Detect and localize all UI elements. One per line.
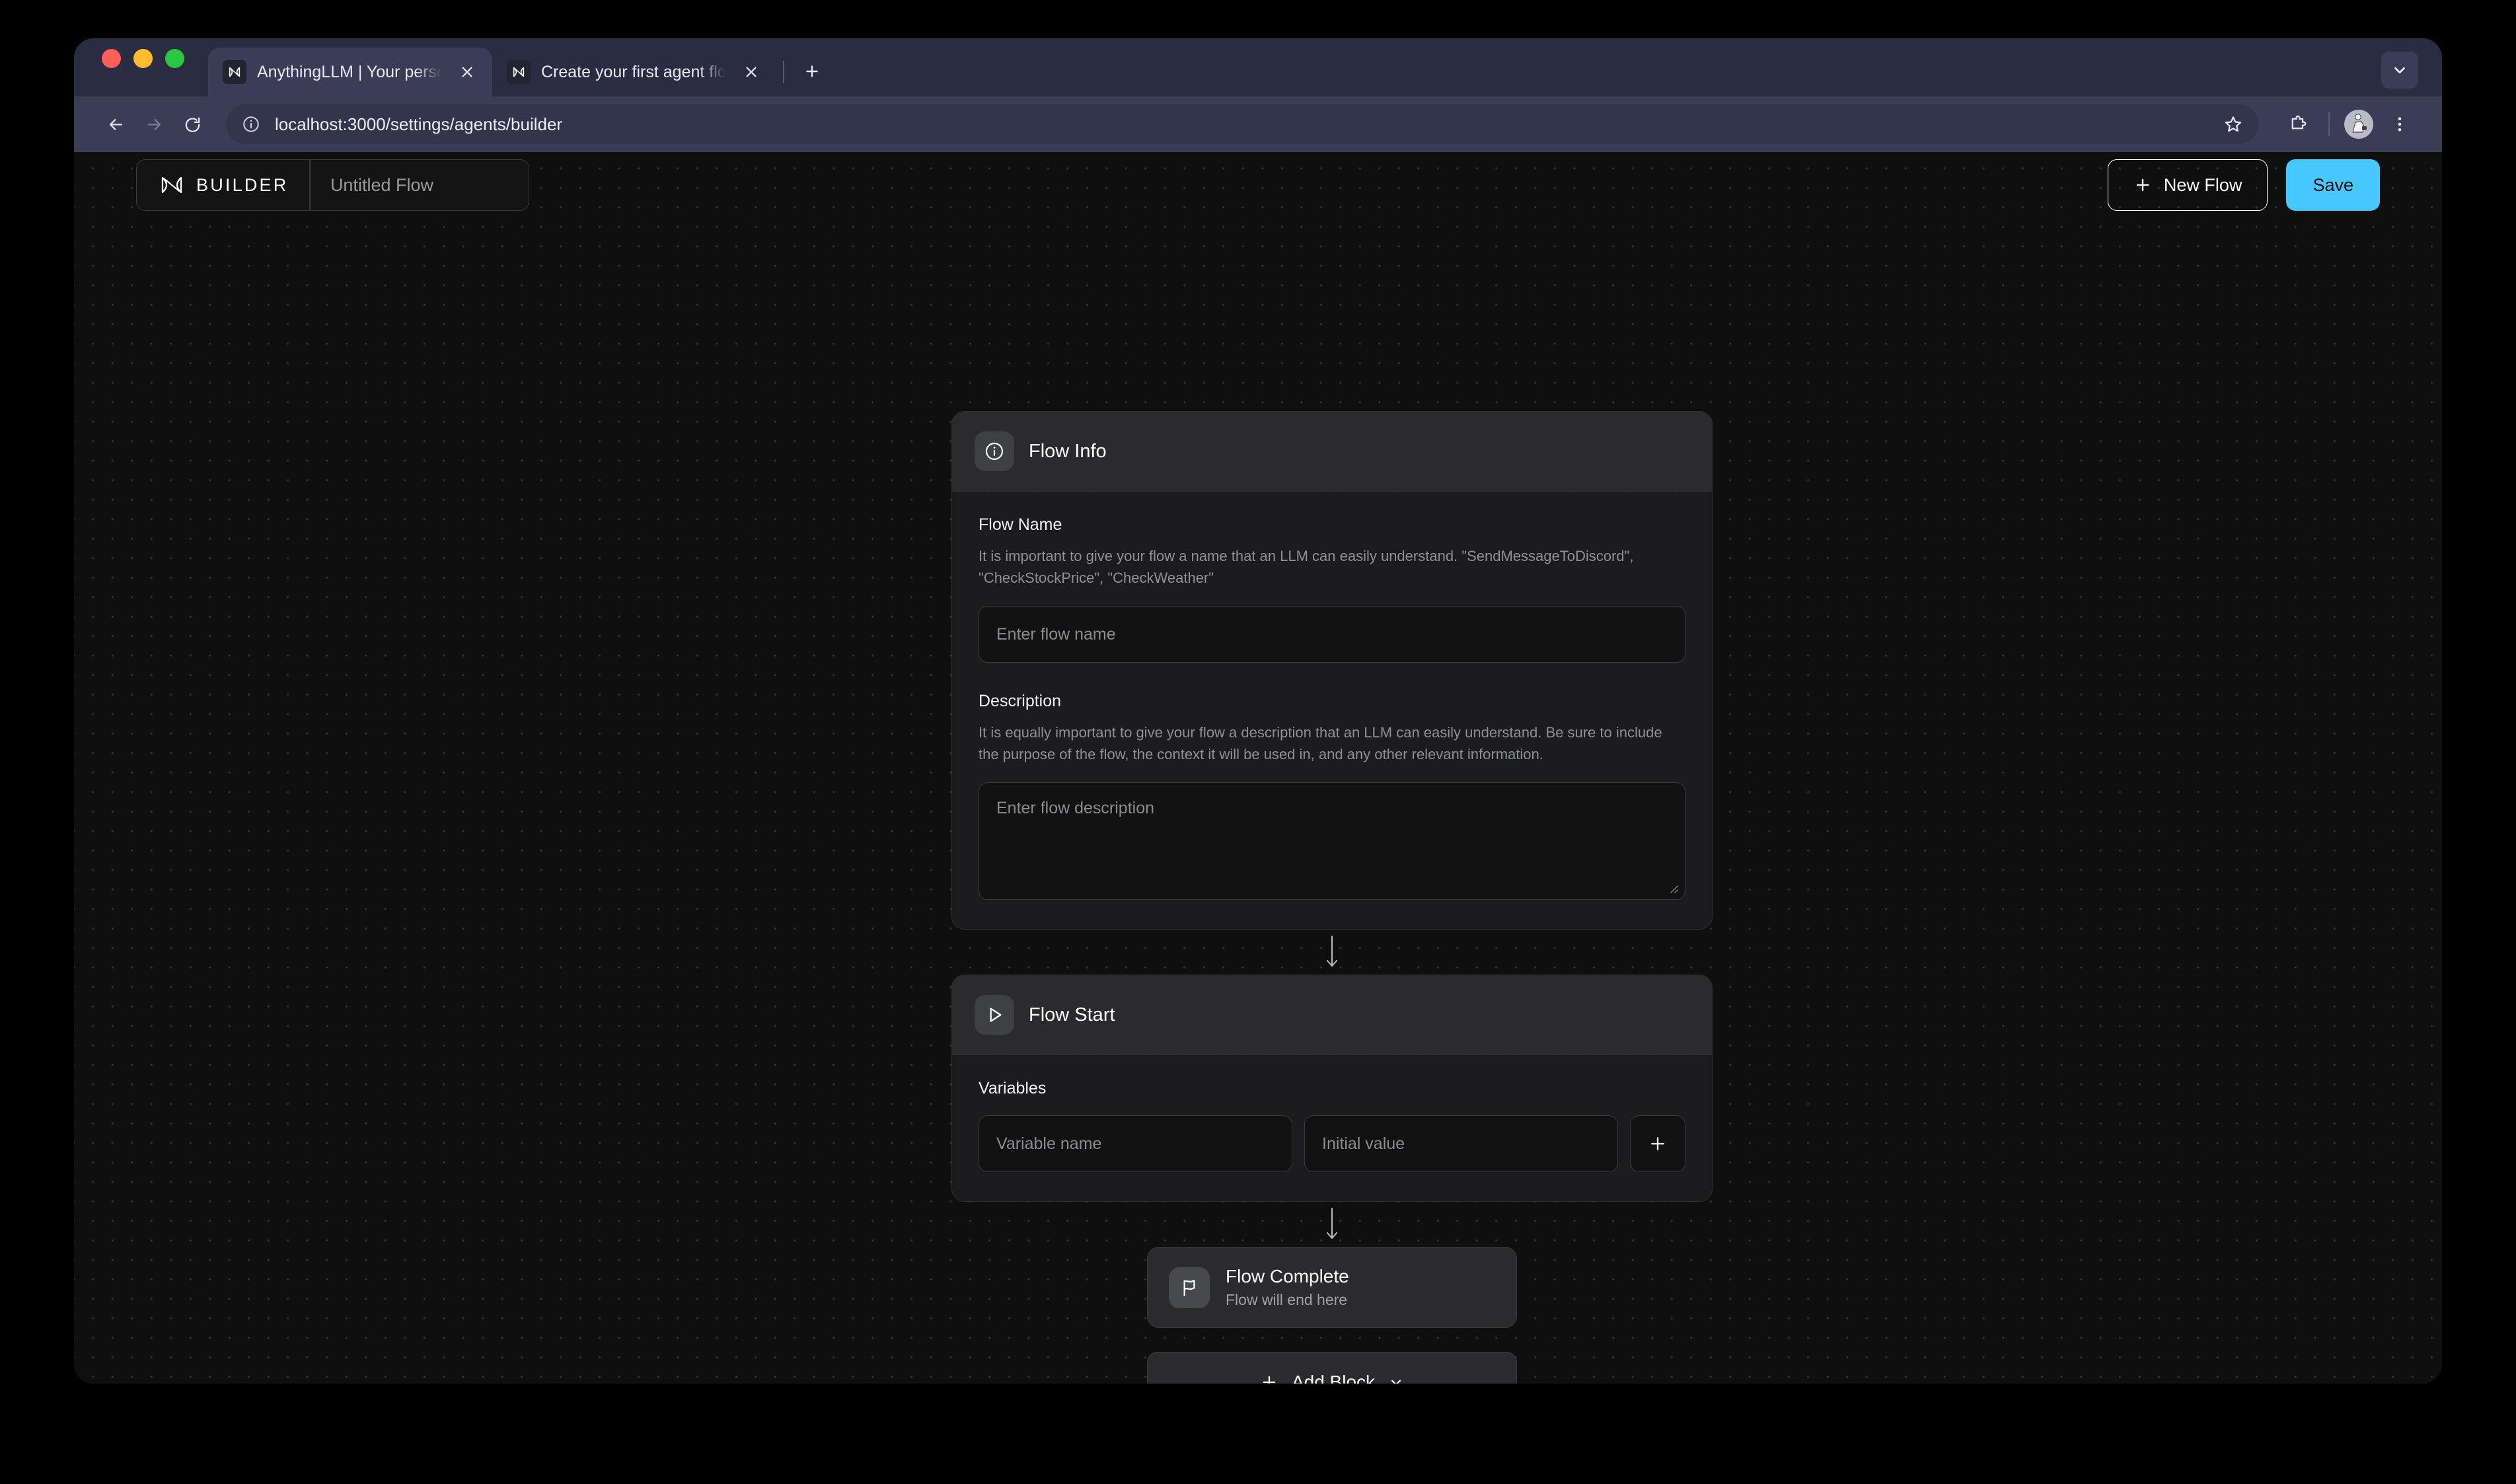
chevron-down-icon [1391, 1380, 1401, 1384]
plus-icon [1651, 1137, 1664, 1150]
flow-info-card-header: Flow Info [952, 412, 1712, 492]
flow-description-hint: It is equally important to give your flo… [979, 724, 1662, 762]
browser-tab-2[interactable]: Create your first agent flow ~ [492, 48, 776, 96]
browser-tab-2-close-icon[interactable] [738, 59, 764, 85]
flow-complete-card[interactable]: Flow Complete Flow will end here [1147, 1247, 1517, 1328]
browser-tab-1-close-icon[interactable] [454, 59, 480, 85]
browser-window: AnythingLLM | Your personal Create your … [74, 38, 2442, 1384]
flow-start-card-header: Flow Start [952, 975, 1712, 1055]
browser-tab-1-title: AnythingLLM | Your personal [257, 62, 442, 81]
variables-label: Variables [979, 1079, 1047, 1097]
maximize-window-button[interactable] [165, 48, 184, 68]
connector-arrow-2 [951, 1202, 1713, 1247]
flow-complete-subtitle: Flow will end here [1226, 1291, 1348, 1308]
flag-icon [1169, 1267, 1210, 1308]
puzzle-icon[interactable] [2279, 106, 2316, 143]
close-window-button[interactable] [102, 48, 121, 68]
flow-name-label: Flow Name [979, 515, 1062, 534]
anythingllm-logo-icon [158, 175, 186, 195]
address-bar[interactable]: localhost:3000/settings/agents/builder [226, 104, 2258, 144]
browser-tab-2-title: Create your first agent flow ~ [541, 62, 726, 81]
flow-start-card-title: Flow Start [1029, 1004, 1115, 1025]
builder-brand-pill: BUILDER Untitled Flow [136, 159, 529, 211]
flow-complete-title: Flow Complete [1226, 1266, 1349, 1286]
back-arrow-icon[interactable] [96, 105, 135, 143]
kebab-menu-icon[interactable] [2381, 106, 2418, 143]
flow-end-group: Flow Complete Flow will end here Add Blo… [1147, 1247, 1517, 1384]
plus-icon [2136, 178, 2149, 192]
flow-name-input[interactable] [979, 606, 1685, 663]
flow-name-hint: It is important to give your flow a name… [979, 548, 1634, 586]
tab-divider [783, 61, 784, 83]
add-block-button-label: Add Block [1291, 1372, 1376, 1384]
flow-description-wrap [979, 782, 1685, 900]
play-icon [975, 995, 1014, 1035]
reload-icon[interactable] [173, 105, 211, 143]
browser-toolbar: localhost:3000/settings/agents/builder [74, 96, 2442, 152]
add-variable-button[interactable] [1630, 1115, 1685, 1172]
address-bar-url: localhost:3000/settings/agents/builder [275, 114, 563, 134]
flow-description-label: Description [979, 692, 1062, 710]
builder-brand: BUILDER [137, 160, 309, 210]
variable-name-input[interactable] [979, 1115, 1292, 1172]
star-icon[interactable] [2216, 107, 2250, 141]
flow-start-card-body: Variables [952, 1055, 1712, 1201]
variable-initial-value-input[interactable] [1304, 1115, 1618, 1172]
new-flow-button[interactable]: New Flow [2107, 159, 2268, 211]
avatar[interactable] [2344, 110, 2373, 139]
builder-topbar: BUILDER Untitled Flow New Flow Save [136, 159, 2380, 211]
flow-title-field[interactable]: Untitled Flow [311, 160, 529, 210]
flow-complete-text-group: Flow Complete Flow will end here [1226, 1266, 1349, 1309]
flow-info-card-title: Flow Info [1029, 440, 1107, 462]
toolbar-divider [2328, 112, 2330, 136]
forward-arrow-icon[interactable] [135, 105, 173, 143]
site-info-icon[interactable] [235, 108, 267, 140]
anythingllm-icon [507, 60, 531, 84]
new-flow-button-label: New Flow [2163, 174, 2242, 195]
builder-brand-label: BUILDER [196, 174, 289, 195]
browser-tab-strip: AnythingLLM | Your personal Create your … [74, 38, 2442, 96]
flow-builder-canvas: BUILDER Untitled Flow New Flow Save Flow… [74, 152, 2442, 1384]
anythingllm-icon [223, 60, 246, 84]
flow-stack: Flow Info Flow Name It is important to g… [951, 411, 1713, 1384]
new-tab-button[interactable] [795, 54, 829, 89]
flow-start-card: Flow Start Variables [951, 975, 1713, 1202]
flow-info-card-body: Flow Name It is important to give your f… [952, 492, 1712, 929]
add-block-button[interactable]: Add Block [1147, 1352, 1517, 1384]
save-button[interactable]: Save [2286, 159, 2380, 211]
flow-description-input[interactable] [979, 782, 1685, 900]
plus-icon [1263, 1376, 1276, 1384]
browser-tab-1[interactable]: AnythingLLM | Your personal [208, 48, 492, 96]
tab-search-button[interactable] [2381, 52, 2418, 89]
minimize-window-button[interactable] [133, 48, 153, 68]
builder-topbar-actions: New Flow Save [2107, 159, 2380, 211]
flow-title-label: Untitled Flow [330, 174, 433, 195]
info-icon [975, 431, 1014, 471]
window-traffic-lights [102, 38, 184, 96]
connector-arrow-1 [951, 930, 1713, 975]
tab-list: AnythingLLM | Your personal Create your … [208, 38, 829, 96]
variable-row [979, 1115, 1685, 1172]
flow-info-card: Flow Info Flow Name It is important to g… [951, 411, 1713, 930]
